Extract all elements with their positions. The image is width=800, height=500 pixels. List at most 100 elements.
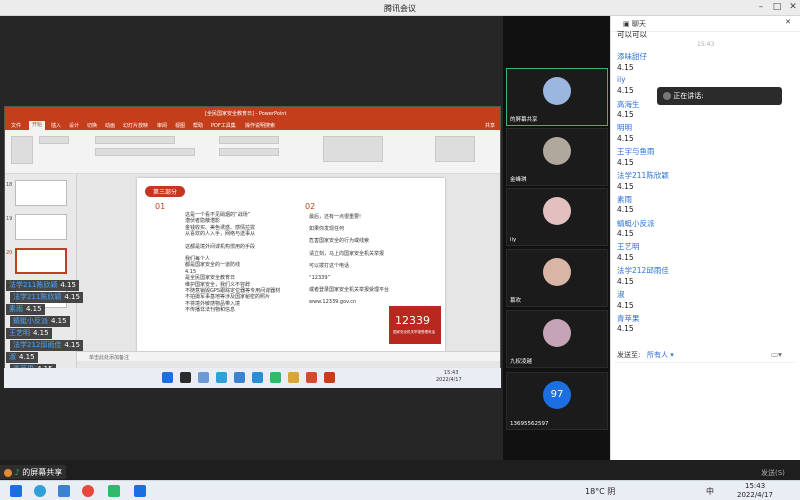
tab-transitions[interactable]: 切换 [87, 122, 97, 129]
participant-name: 13695562597 [510, 421, 549, 427]
video-tile[interactable]: 慕欢 [506, 249, 608, 307]
tab-help[interactable]: 帮助 [193, 122, 203, 129]
danmu-item: 素雨 4.15 [6, 304, 45, 315]
video-tile[interactable]: 九权凌越 [506, 310, 608, 368]
video-tile[interactable]: iiy [506, 188, 608, 246]
chat-message: 可以可以 [617, 30, 647, 39]
paragraph-buttons[interactable] [219, 136, 279, 144]
chat-sender[interactable]: 青苹果 [617, 313, 640, 324]
send-to-select[interactable]: 所有人 ▾ [647, 350, 674, 360]
chat-sender[interactable]: 法学212邱雨佳 [617, 265, 669, 276]
file-icon[interactable]: ▭▾ [771, 350, 782, 359]
window-title: 腾讯会议 [384, 4, 416, 13]
video-panel: 的屏幕共享金峰琪 iiy 慕欢九权凌越 97 13695562597 [503, 16, 610, 460]
editing-group[interactable] [435, 136, 475, 162]
share-label-text: 的屏幕共享 [22, 468, 63, 477]
danmu-item: 法学211陈欣颖 4.15 [6, 280, 79, 291]
tab-animations[interactable]: 动画 [105, 122, 115, 129]
chat-message: 4.15 [617, 205, 634, 215]
ppt-title: [全民国家安全教育日] - PowerPoint [205, 111, 287, 117]
tab-slideshow[interactable]: 幻灯片放映 [123, 122, 148, 129]
meeting-icon[interactable] [58, 485, 70, 497]
danmu-name: 王艺明 [9, 329, 30, 337]
danmu-text: 4.15 [60, 281, 76, 289]
danmu-text: 4.15 [64, 293, 80, 301]
notes-pane[interactable]: 单击此处添加备注 [77, 351, 500, 361]
align-buttons[interactable] [219, 148, 279, 156]
section-badge: 第三部分 [145, 186, 186, 197]
video-tile[interactable]: 金峰琪 [506, 128, 608, 186]
chat-sender[interactable]: iiy [617, 75, 626, 84]
chat-message: 4.15 [617, 133, 634, 143]
chat-message: 4.15 [617, 300, 634, 310]
chat-sender[interactable]: 王宇与鱼雨 [617, 146, 655, 157]
tab-review[interactable]: 审阅 [157, 122, 167, 129]
chrome-icon[interactable] [82, 485, 94, 497]
video-tile[interactable]: 97 13695562597 [506, 372, 608, 430]
chat-sender[interactable]: 添味甜仔 [617, 51, 647, 62]
avatar-icon [4, 468, 12, 477]
video-tile[interactable]: 的屏幕共享 [506, 68, 608, 126]
drawing-gallery[interactable] [323, 136, 383, 162]
chat-input[interactable] [615, 362, 795, 422]
danmu-text: 4.15 [51, 317, 67, 325]
chat-sender[interactable]: 淑 [617, 289, 625, 300]
close-icon[interactable]: ✕ [786, 2, 800, 12]
screen-share-label: ♪ 的屏幕共享 [0, 465, 67, 479]
send-to-label: 发送至: [617, 351, 641, 359]
start-icon[interactable] [10, 485, 22, 497]
tab-home[interactable]: 开始 [29, 121, 46, 130]
tencent-meeting-icon[interactable] [134, 485, 146, 497]
participant-name: 的屏幕共享 [510, 117, 538, 123]
slide-thumb-19[interactable] [15, 214, 67, 240]
new-slide-button[interactable] [39, 136, 69, 144]
chat-sender[interactable]: 高海生 [617, 99, 640, 110]
minimize-icon[interactable]: – [754, 2, 768, 12]
danmu-text: 4.15 [26, 305, 42, 313]
font-select[interactable] [95, 136, 175, 144]
close-chat-icon[interactable]: ✕ [785, 18, 791, 26]
edge-icon [216, 372, 227, 383]
ppt-ribbon [5, 130, 500, 174]
tab-file[interactable]: 文件 [11, 122, 21, 129]
maximize-icon[interactable]: □ [770, 2, 784, 12]
clock-date[interactable]: 2022/4/17 [737, 491, 773, 499]
avatar [543, 319, 571, 347]
chat-sender[interactable]: 明明 [617, 122, 632, 133]
chat-sender[interactable]: 蜻蜓小反派 [617, 218, 655, 229]
chat-sender[interactable]: 王艺明 [617, 241, 640, 252]
shared-clock-time: 15:43 [444, 370, 459, 376]
slide-thumb-18[interactable] [15, 180, 67, 206]
app2-icon [306, 372, 317, 383]
participant-name: 九权凌越 [510, 359, 533, 365]
wechat-icon[interactable] [108, 485, 120, 497]
clock-time[interactable]: 15:43 [745, 482, 765, 490]
ime-indicator[interactable]: 中 [706, 486, 714, 497]
speaker-avatar [663, 92, 671, 100]
weather-text[interactable]: 18°C 阴 [585, 486, 615, 497]
edge-icon[interactable] [34, 485, 46, 497]
chat-message: 4.15 [617, 110, 634, 120]
powerpoint-icon [324, 372, 335, 383]
tell-me-search[interactable]: 操作说明搜索 [245, 122, 275, 129]
tab-view[interactable]: 视图 [175, 122, 185, 129]
font-format-buttons[interactable] [95, 148, 195, 156]
slide-thumb-20[interactable] [15, 248, 67, 274]
chat-title: 聊天 [631, 20, 646, 28]
danmu-item: 淑 4.15 [6, 352, 38, 363]
send-button[interactable]: 发送(S) [761, 468, 785, 478]
slide-number: 20 [6, 250, 13, 256]
danmu-name: 法学211陈欣颖 [9, 281, 58, 289]
tab-pdf[interactable]: PDF工具集 [211, 122, 236, 129]
slide-text-line: 或者登录国家安全机关举报受理平台 [309, 287, 390, 294]
chat-message: 4.15 [617, 324, 634, 334]
participant-name: 慕欢 [510, 298, 522, 304]
chat-sender[interactable]: 法学211陈欣颖 [617, 170, 669, 181]
tab-design[interactable]: 设计 [69, 122, 79, 129]
paste-button[interactable] [11, 136, 33, 164]
chat-sender[interactable]: 素雨 [617, 194, 632, 205]
current-slide: 第三部分 01 02 这是一个看不见硝烟的“战场” 潜伏者隐蔽潜影 金钱收买、美色诱… [137, 178, 445, 352]
shared-clock-date: 2022/4/17 [436, 377, 462, 383]
share-button[interactable]: 共享 [485, 122, 495, 129]
tab-insert[interactable]: 插入 [51, 122, 61, 129]
